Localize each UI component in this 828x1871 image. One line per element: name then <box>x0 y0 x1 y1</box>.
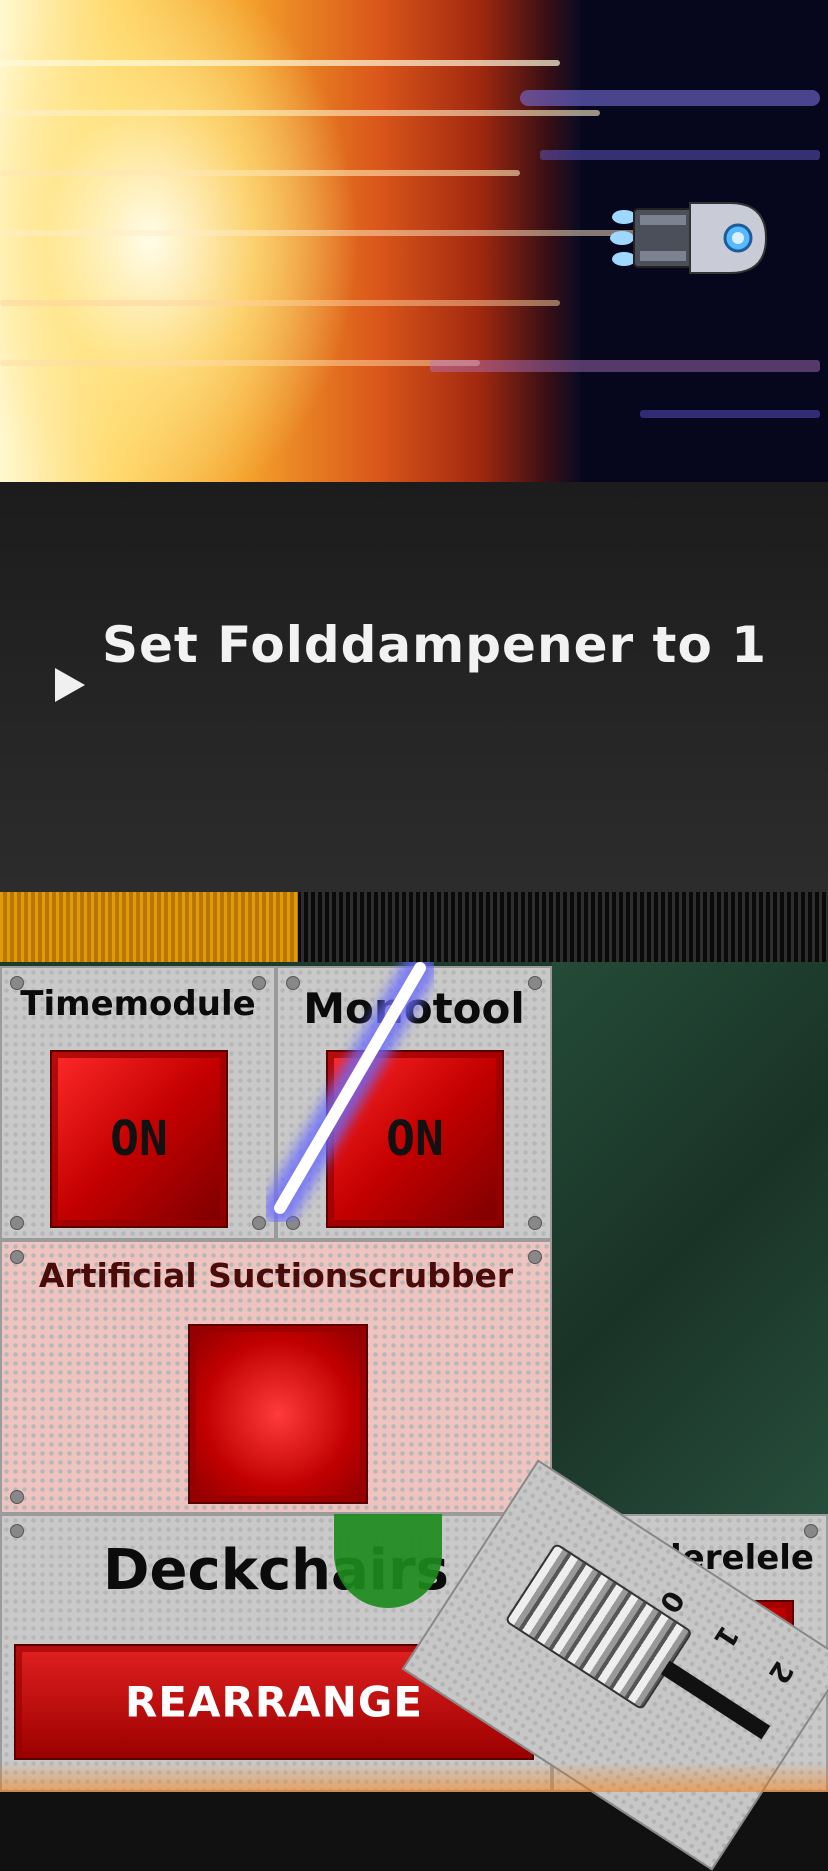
timer-fill <box>0 892 299 962</box>
timemodule-button-label: ON <box>110 1111 168 1167</box>
sun-glow <box>0 0 360 482</box>
fire-sparks <box>0 1762 828 1792</box>
timemodule-label: Timemodule <box>20 984 256 1024</box>
screw-icon <box>804 1524 818 1538</box>
light-streak <box>0 60 560 66</box>
timemodule-button[interactable]: ON <box>50 1050 228 1228</box>
suctionscrubber-label: Artificial Suctionscrubber <box>38 1256 514 1295</box>
suctionscrubber-button[interactable] <box>188 1324 368 1504</box>
light-streak <box>540 150 820 160</box>
circuit-board-decoration <box>552 962 828 1522</box>
instruction-text: Set Folddampener to 1 <box>102 616 767 674</box>
play-arrow-icon <box>55 668 85 702</box>
lightsaber-streak <box>263 962 437 1222</box>
suctionscrubber-panel: Artificial Suctionscrubber <box>0 1240 552 1514</box>
light-streak <box>0 170 520 176</box>
screw-icon <box>528 1216 542 1230</box>
screw-icon <box>10 1216 24 1230</box>
space-scene <box>0 0 828 482</box>
light-streak <box>0 110 600 116</box>
light-streak <box>0 300 560 306</box>
light-streak <box>520 90 820 106</box>
screw-icon <box>10 1490 24 1504</box>
spaceship-icon <box>610 202 768 274</box>
screw-icon <box>10 1524 24 1538</box>
light-streak <box>0 360 480 366</box>
light-streak <box>640 410 820 418</box>
light-streak <box>430 360 820 372</box>
light-streak <box>0 230 640 236</box>
instruction-panel <box>0 482 828 892</box>
timer-bar <box>0 892 828 962</box>
timemodule-panel: Timemodule ON <box>0 966 276 1240</box>
